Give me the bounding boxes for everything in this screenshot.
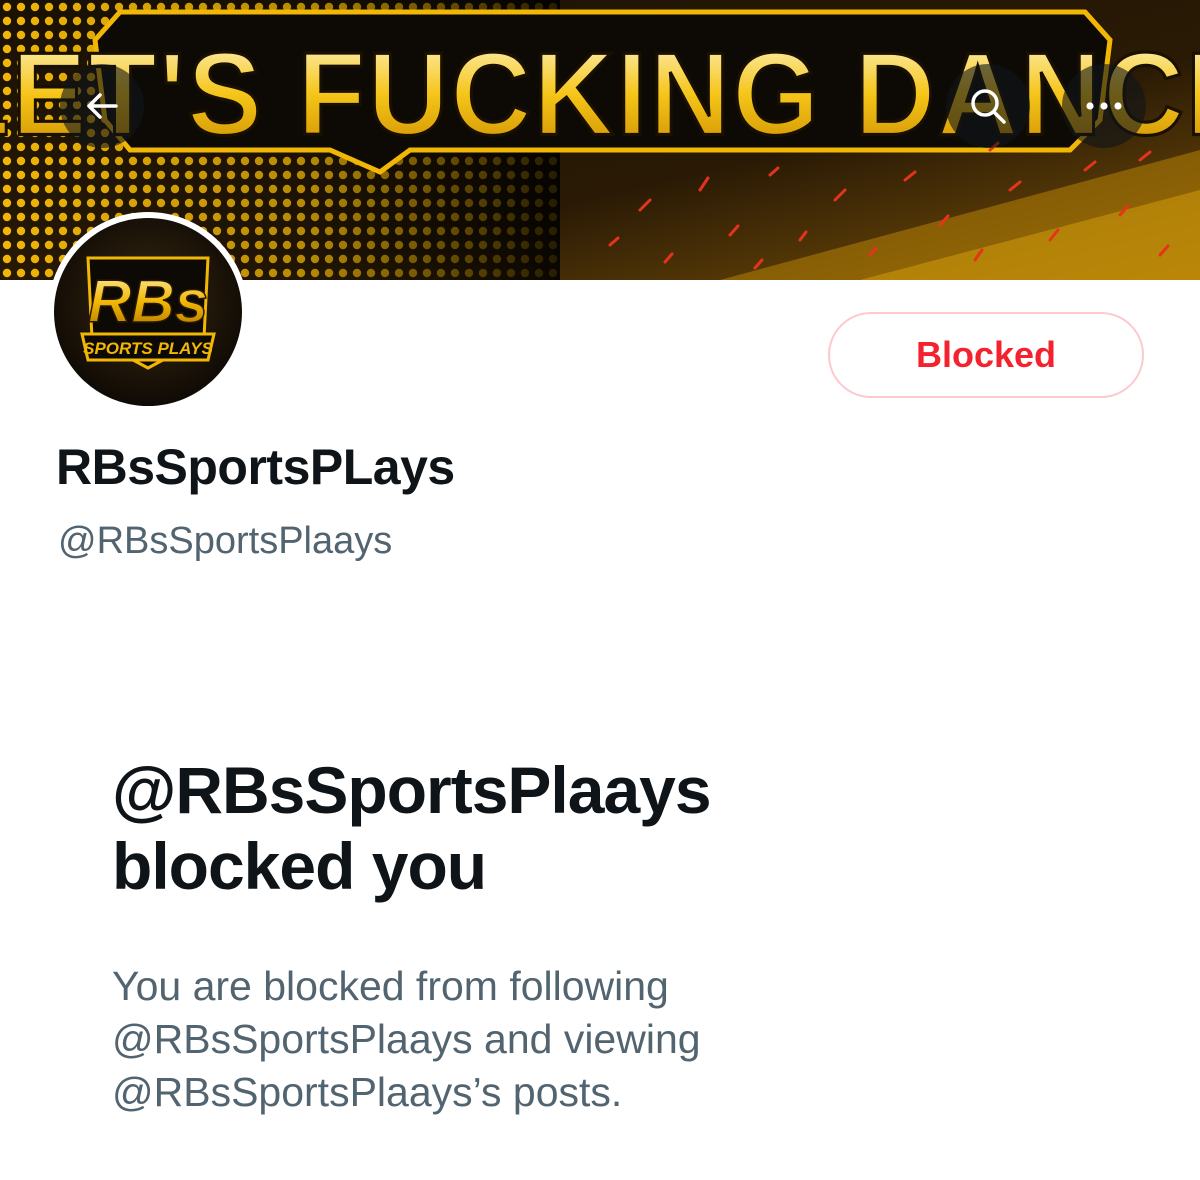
search-icon	[971, 89, 1006, 124]
blocked-notice-desc-line3: @RBsSportsPlaays’s posts.	[112, 1069, 623, 1115]
blocked-notice-title-line2: blocked you	[112, 829, 487, 903]
blocked-notice-title: @RBsSportsPlaays blocked you	[112, 752, 1112, 904]
avatar-logo: RBs SPORTS PLAYS	[54, 218, 242, 406]
blocked-notice-description: You are blocked from following @RBsSport…	[112, 960, 1112, 1119]
profile-handle: @RBsSportsPlaays	[58, 520, 393, 562]
avatar-logo-sub-text: SPORTS PLAYS	[83, 339, 213, 358]
more-button[interactable]	[1062, 64, 1146, 148]
arrow-left-icon	[87, 93, 118, 119]
blocked-notice-desc-line1: You are blocked from following	[112, 963, 669, 1009]
search-button[interactable]	[946, 64, 1030, 148]
blocked-notice-desc-line2: @RBsSportsPlaays and viewing	[112, 1016, 701, 1062]
blocked-button[interactable]: Blocked	[828, 312, 1144, 398]
avatar[interactable]: RBs SPORTS PLAYS	[48, 212, 248, 412]
blocked-notice-title-line1: @RBsSportsPlaays	[112, 753, 712, 827]
profile-display-name: RBsSportsPLays	[56, 439, 455, 495]
avatar-logo-main-text: RBs	[88, 268, 208, 335]
back-button[interactable]	[60, 64, 144, 148]
more-horizontal-icon	[1086, 102, 1122, 110]
